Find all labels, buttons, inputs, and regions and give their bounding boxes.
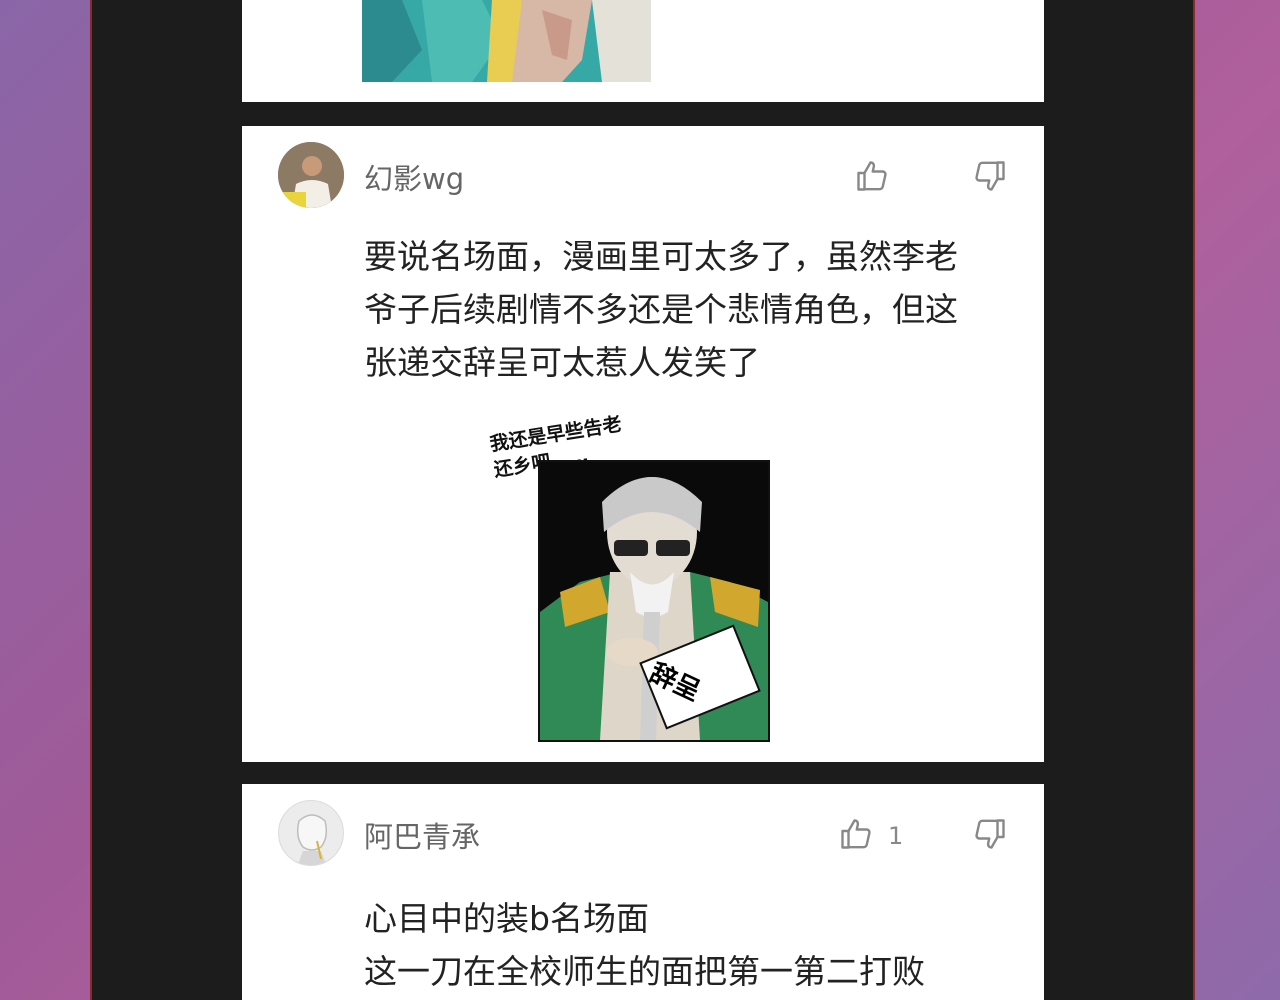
thumbs-down-icon[interactable] bbox=[972, 158, 1008, 194]
comment-text: 心目中的装b名场面 这一刀在全校师生的面把第一第二打败 bbox=[364, 899, 925, 991]
thumbs-down-icon[interactable] bbox=[972, 816, 1008, 852]
like-count: 1 bbox=[888, 822, 904, 850]
username[interactable]: 阿巴青承 bbox=[364, 814, 480, 856]
comment-card-previous bbox=[242, 0, 1044, 102]
comment-text: 要说名场面，漫画里可太多了，虽然李老 爷子后续剧情不多还是个悲情角色，但这 张递… bbox=[364, 237, 958, 382]
comment-sticker-image[interactable]: 辞呈 bbox=[538, 460, 770, 742]
thumbs-up-icon[interactable] bbox=[838, 816, 874, 852]
comment-card: 阿巴青承 1 心目中的装b名场面 这一刀在全校师生的面把第一第二打败 bbox=[242, 784, 1044, 1000]
comment-image-previous[interactable] bbox=[362, 0, 651, 82]
user-avatar[interactable] bbox=[278, 142, 344, 208]
thumbs-up-icon[interactable] bbox=[854, 158, 890, 194]
username[interactable]: 幻影wg bbox=[364, 156, 464, 198]
user-avatar[interactable] bbox=[278, 800, 344, 866]
comment-card: 幻影wg 要说名场面，漫画里可太多了，虽然李老 爷子后续剧情不多还是个悲情角色，… bbox=[242, 126, 1044, 762]
